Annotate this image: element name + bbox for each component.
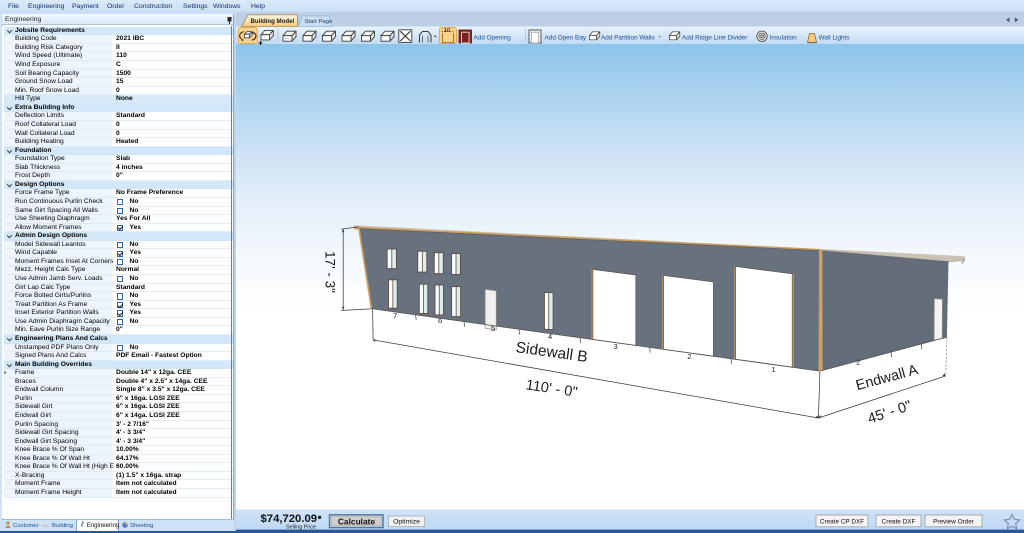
svg-text:Building Model: Building Model	[251, 18, 295, 25]
svg-text:Add Partition Walls: Add Partition Walls	[601, 34, 655, 41]
svg-text:10: 10	[444, 28, 450, 34]
svg-text:$74,720.09: $74,720.09	[261, 513, 318, 525]
svg-text:2: 2	[856, 358, 860, 367]
svg-text:3: 3	[614, 342, 618, 351]
svg-text:1: 1	[772, 365, 776, 374]
svg-text:Create CP DXF: Create CP DXF	[820, 518, 864, 525]
svg-text:Add Opening: Add Opening	[474, 34, 512, 41]
svg-text:Create DXF: Create DXF	[882, 518, 916, 525]
svg-text:Add Open Bay: Add Open Bay	[545, 34, 587, 41]
svg-text:2: 2	[687, 352, 691, 361]
svg-text:Start Page: Start Page	[305, 19, 334, 25]
svg-text:17' - 3": 17' - 3"	[323, 251, 338, 293]
svg-text:Calculate: Calculate	[338, 517, 376, 527]
svg-text:4: 4	[548, 332, 552, 341]
svg-text:Preview Order: Preview Order	[933, 518, 975, 525]
svg-text:Insulation: Insulation	[770, 34, 798, 41]
svg-text:Optimize: Optimize	[393, 519, 420, 526]
svg-text:Wall Lights: Wall Lights	[819, 34, 850, 41]
svg-text:6: 6	[438, 316, 442, 325]
svg-text:5: 5	[491, 324, 495, 333]
svg-text:Add Ridge Line Divider: Add Ridge Line Divider	[682, 34, 748, 41]
svg-text:7: 7	[393, 311, 397, 320]
